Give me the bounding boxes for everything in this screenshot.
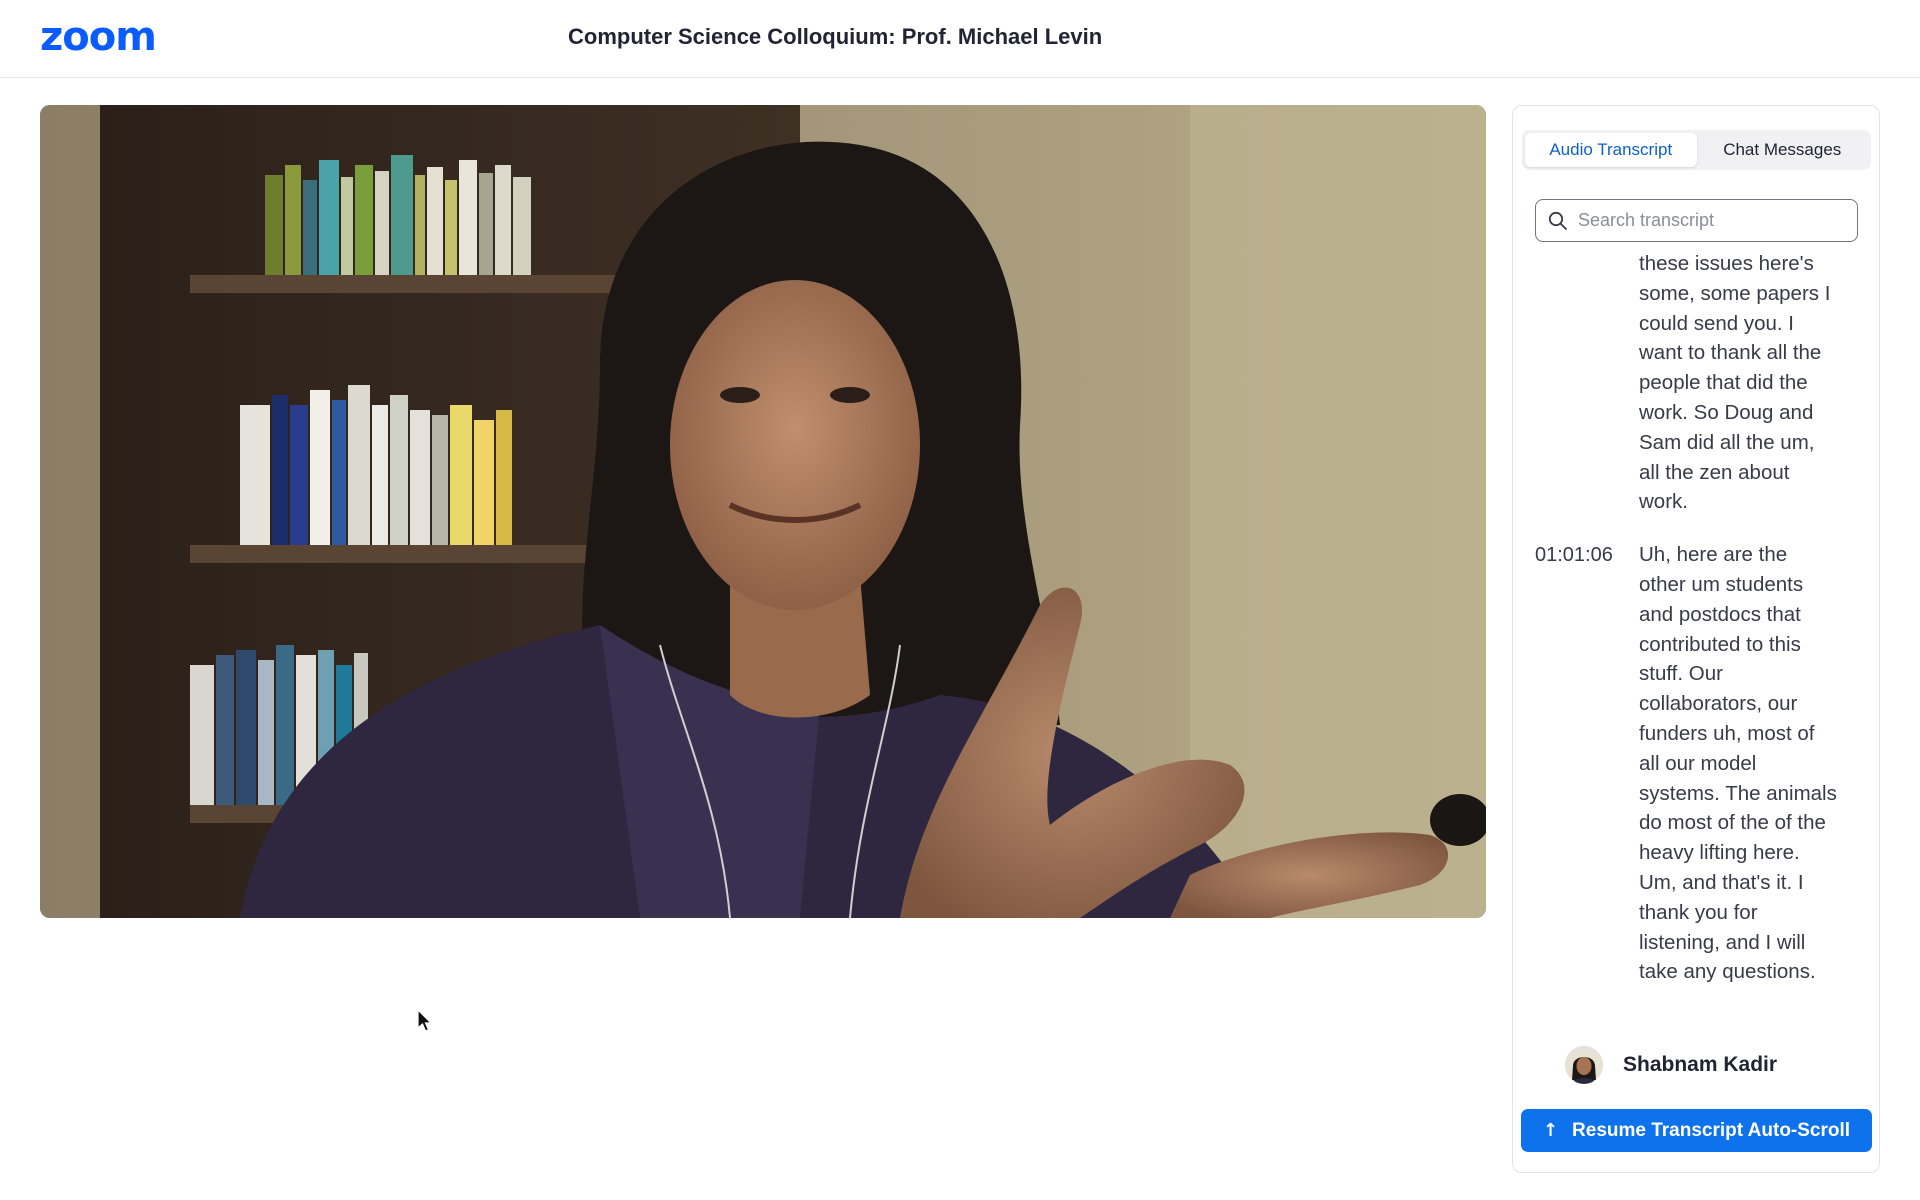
transcript-entry: 01:01:06 Uh, here are the other um stude…: [1535, 540, 1865, 987]
transcript-text: Uh, here are the other um students and p…: [1639, 543, 1837, 984]
video-frame: [40, 105, 1486, 918]
zoom-logo[interactable]: zoom: [40, 20, 160, 56]
search-transcript-input[interactable]: [1578, 210, 1848, 231]
resume-auto-scroll-button[interactable]: ↑ Resume Transcript Auto-Scroll: [1521, 1109, 1872, 1152]
svg-text:zoom: zoom: [40, 20, 156, 56]
search-transcript-field[interactable]: [1535, 199, 1858, 242]
transcript-list[interactable]: these issues here's some, some papers I …: [1535, 249, 1865, 1039]
avatar: [1565, 1046, 1603, 1084]
tab-audio-transcript[interactable]: Audio Transcript: [1525, 133, 1697, 167]
mouse-cursor-icon: [417, 1009, 433, 1032]
top-bar: zoom Computer Science Colloquium: Prof. …: [0, 0, 1920, 78]
transcript-entry: these issues here's some, some papers I …: [1535, 249, 1865, 517]
speaker-row: Shabnam Kadir: [1565, 1046, 1777, 1084]
transcript-timestamp[interactable]: [1535, 249, 1639, 517]
transcript-text: these issues here's some, some papers I …: [1639, 252, 1831, 514]
arrow-up-icon: ↑: [1542, 1120, 1559, 1141]
resume-auto-scroll-label: Resume Transcript Auto-Scroll: [1572, 1119, 1851, 1141]
video-player[interactable]: [40, 105, 1486, 918]
speaker-name: Shabnam Kadir: [1623, 1053, 1778, 1076]
transcript-panel: Audio Transcript Chat Messages these iss…: [1512, 105, 1880, 1173]
panel-tabs: Audio Transcript Chat Messages: [1522, 130, 1871, 170]
transcript-timestamp[interactable]: 01:01:06: [1535, 540, 1639, 987]
meeting-title: Computer Science Colloquium: Prof. Micha…: [568, 24, 1103, 49]
search-icon: [1548, 211, 1567, 230]
tab-chat-messages[interactable]: Chat Messages: [1697, 133, 1869, 167]
